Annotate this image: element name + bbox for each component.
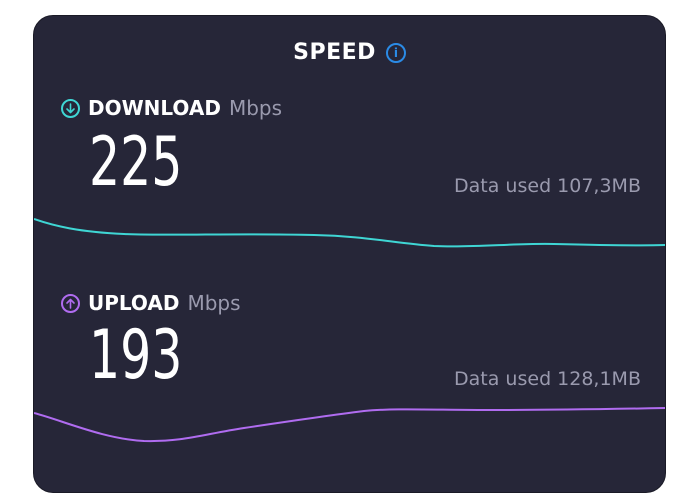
upload-data-used: Data used 128,1MB	[454, 368, 641, 390]
download-label-row: DOWNLOAD Mbps	[61, 96, 282, 120]
download-label: DOWNLOAD	[88, 96, 221, 120]
arrow-up-circle-icon	[61, 293, 80, 313]
arrow-down-circle-icon	[61, 98, 80, 118]
upload-speed-value: 193	[89, 316, 183, 395]
speed-title: SPEED	[293, 40, 376, 65]
upload-speed-graph	[34, 407, 665, 443]
speed-header: SPEED i	[34, 40, 665, 65]
upload-label-row: UPLOAD Mbps	[61, 291, 241, 315]
upload-unit: Mbps	[187, 291, 241, 315]
download-unit: Mbps	[228, 96, 283, 120]
download-speed-value: 225	[89, 123, 183, 202]
download-speed-graph	[34, 218, 665, 248]
speed-card: SPEED i DOWNLOAD Mbps 225 Data used 107,…	[33, 15, 666, 493]
info-icon[interactable]: i	[385, 42, 406, 63]
download-speed-line	[34, 218, 665, 248]
download-data-used: Data used 107,3MB	[454, 175, 641, 197]
upload-speed-line	[34, 407, 665, 443]
upload-label: UPLOAD	[88, 291, 180, 315]
